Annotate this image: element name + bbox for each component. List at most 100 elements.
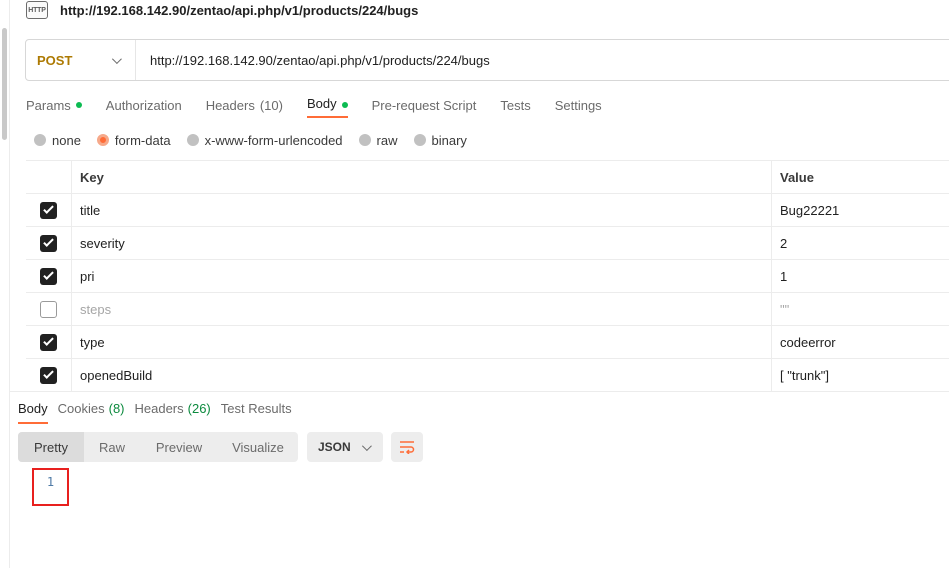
checkbox-icon[interactable] xyxy=(40,300,57,318)
tab-tests-label: Tests xyxy=(500,97,531,113)
request-title-row: HTTP http://192.168.142.90/zentao/api.ph… xyxy=(26,0,418,20)
url-bar: POST http://192.168.142.90/zentao/api.ph… xyxy=(25,39,949,81)
checkbox-icon[interactable] xyxy=(40,366,57,384)
param-key[interactable]: title xyxy=(72,194,772,226)
response-tab-test-results-label: Test Results xyxy=(220,401,292,416)
param-value[interactable]: 1 xyxy=(772,260,949,292)
radio-none-label: none xyxy=(52,132,81,148)
row-check-cell xyxy=(26,359,72,391)
checkbox-icon[interactable] xyxy=(40,234,57,252)
radio-icon xyxy=(413,134,426,146)
radio-icon xyxy=(358,134,371,146)
chevron-down-icon xyxy=(361,440,372,451)
params-indicator-dot xyxy=(75,102,82,108)
request-title[interactable]: http://192.168.142.90/zentao/api.php/v1/… xyxy=(60,3,418,18)
radio-form-data-label: form-data xyxy=(114,132,171,148)
line-number: 1 xyxy=(46,475,55,489)
tab-headers-label: Headers xyxy=(205,97,255,113)
table-row: type codeerror xyxy=(26,326,949,359)
radio-binary[interactable]: binary xyxy=(413,132,467,148)
radio-icon xyxy=(186,134,199,146)
format-select[interactable]: JSON xyxy=(307,432,383,462)
view-visualize-button[interactable]: Visualize xyxy=(218,432,298,462)
response-tab-body[interactable]: Body xyxy=(18,400,48,424)
tab-body-label: Body xyxy=(306,96,337,111)
checkbox-icon[interactable] xyxy=(40,333,57,351)
tab-body[interactable]: Body xyxy=(306,96,348,118)
tab-pre-request-script-label: Pre-request Script xyxy=(371,97,477,113)
param-value[interactable]: [ "trunk"] xyxy=(772,359,949,391)
radio-none[interactable]: none xyxy=(34,133,81,148)
response-tab-cookies-label: Cookies xyxy=(57,401,105,416)
body-type-radio-group: none form-data x-www-form-urlencoded raw… xyxy=(34,132,483,148)
response-tab-test-results[interactable]: Test Results xyxy=(221,400,292,424)
radio-form-data[interactable]: form-data xyxy=(96,132,171,148)
response-tab-cookies[interactable]: Cookies (8) xyxy=(58,400,125,424)
response-tabs: Body Cookies (8) Headers (26) Test Resul… xyxy=(18,400,302,424)
request-tabs: Params Authorization Headers (10) Body P… xyxy=(26,96,626,118)
chevron-down-icon xyxy=(111,53,122,64)
response-tab-headers[interactable]: Headers (26) xyxy=(135,400,211,424)
response-tab-body-label: Body xyxy=(18,401,48,416)
view-preview-button[interactable]: Preview xyxy=(140,432,218,462)
tab-settings[interactable]: Settings xyxy=(555,96,602,114)
wrap-lines-button[interactable] xyxy=(391,432,423,462)
table-row: steps "" xyxy=(26,293,949,326)
radio-binary-label: binary xyxy=(431,132,467,148)
header-check-cell xyxy=(26,161,72,193)
tab-headers[interactable]: Headers (10) xyxy=(206,96,283,114)
tab-tests[interactable]: Tests xyxy=(500,96,530,114)
table-row: severity 2 xyxy=(26,227,949,260)
method-label: POST xyxy=(37,52,73,68)
scrollbar-thumb[interactable] xyxy=(2,28,7,140)
radio-selected-icon xyxy=(96,134,109,146)
body-indicator-dot xyxy=(341,102,348,108)
response-tab-headers-label: Headers xyxy=(134,401,184,416)
row-check-cell xyxy=(26,260,72,292)
tab-pre-request-script[interactable]: Pre-request Script xyxy=(372,96,477,114)
wrap-lines-icon xyxy=(400,441,415,454)
view-pretty-button[interactable]: Pretty xyxy=(18,432,84,462)
view-raw-button[interactable]: Raw xyxy=(84,432,140,462)
table-row: pri 1 xyxy=(26,260,949,293)
table-row: openedBuild [ "trunk"] xyxy=(26,359,949,392)
row-check-cell xyxy=(26,194,72,226)
tab-params-label: Params xyxy=(26,97,71,113)
response-headers-count: (26) xyxy=(187,401,211,416)
method-select[interactable]: POST xyxy=(26,40,136,80)
param-value[interactable]: "" xyxy=(772,293,949,325)
headers-count: (10) xyxy=(259,97,283,113)
column-header-value: Value xyxy=(780,169,814,185)
param-key[interactable]: severity xyxy=(72,227,772,259)
response-editor-highlight: 1 xyxy=(32,468,69,506)
url-input[interactable]: http://192.168.142.90/zentao/api.php/v1/… xyxy=(136,53,490,68)
http-file-icon: HTTP xyxy=(26,1,48,19)
param-value[interactable]: Bug22221 xyxy=(772,194,949,226)
table-row: title Bug22221 xyxy=(26,194,949,227)
table-header-row: Key Value xyxy=(26,161,949,194)
tab-authorization[interactable]: Authorization xyxy=(106,96,182,114)
view-mode-group: Pretty Raw Preview Visualize xyxy=(18,432,298,462)
pane-divider[interactable] xyxy=(10,391,949,392)
column-header-key: Key xyxy=(72,161,772,193)
param-key[interactable]: openedBuild xyxy=(72,359,772,391)
tab-authorization-label: Authorization xyxy=(105,97,182,113)
row-check-cell xyxy=(26,326,72,358)
param-value[interactable]: codeerror xyxy=(772,326,949,358)
radio-icon xyxy=(34,134,46,146)
radio-x-www-form-urlencoded[interactable]: x-www-form-urlencoded xyxy=(186,132,343,148)
cookies-count: (8) xyxy=(108,401,125,416)
param-key[interactable]: steps xyxy=(72,293,772,325)
param-value[interactable]: 2 xyxy=(772,227,949,259)
checkbox-icon[interactable] xyxy=(40,267,57,285)
row-check-cell xyxy=(26,227,72,259)
checkbox-icon[interactable] xyxy=(40,201,57,219)
row-check-cell xyxy=(26,293,72,325)
radio-raw-label: raw xyxy=(376,132,398,148)
tab-params[interactable]: Params xyxy=(26,96,82,114)
param-key[interactable]: pri xyxy=(72,260,772,292)
param-key[interactable]: type xyxy=(72,326,772,358)
radio-raw[interactable]: raw xyxy=(358,132,398,148)
radio-urlencoded-label: x-www-form-urlencoded xyxy=(204,132,343,148)
tab-settings-label: Settings xyxy=(554,97,602,113)
